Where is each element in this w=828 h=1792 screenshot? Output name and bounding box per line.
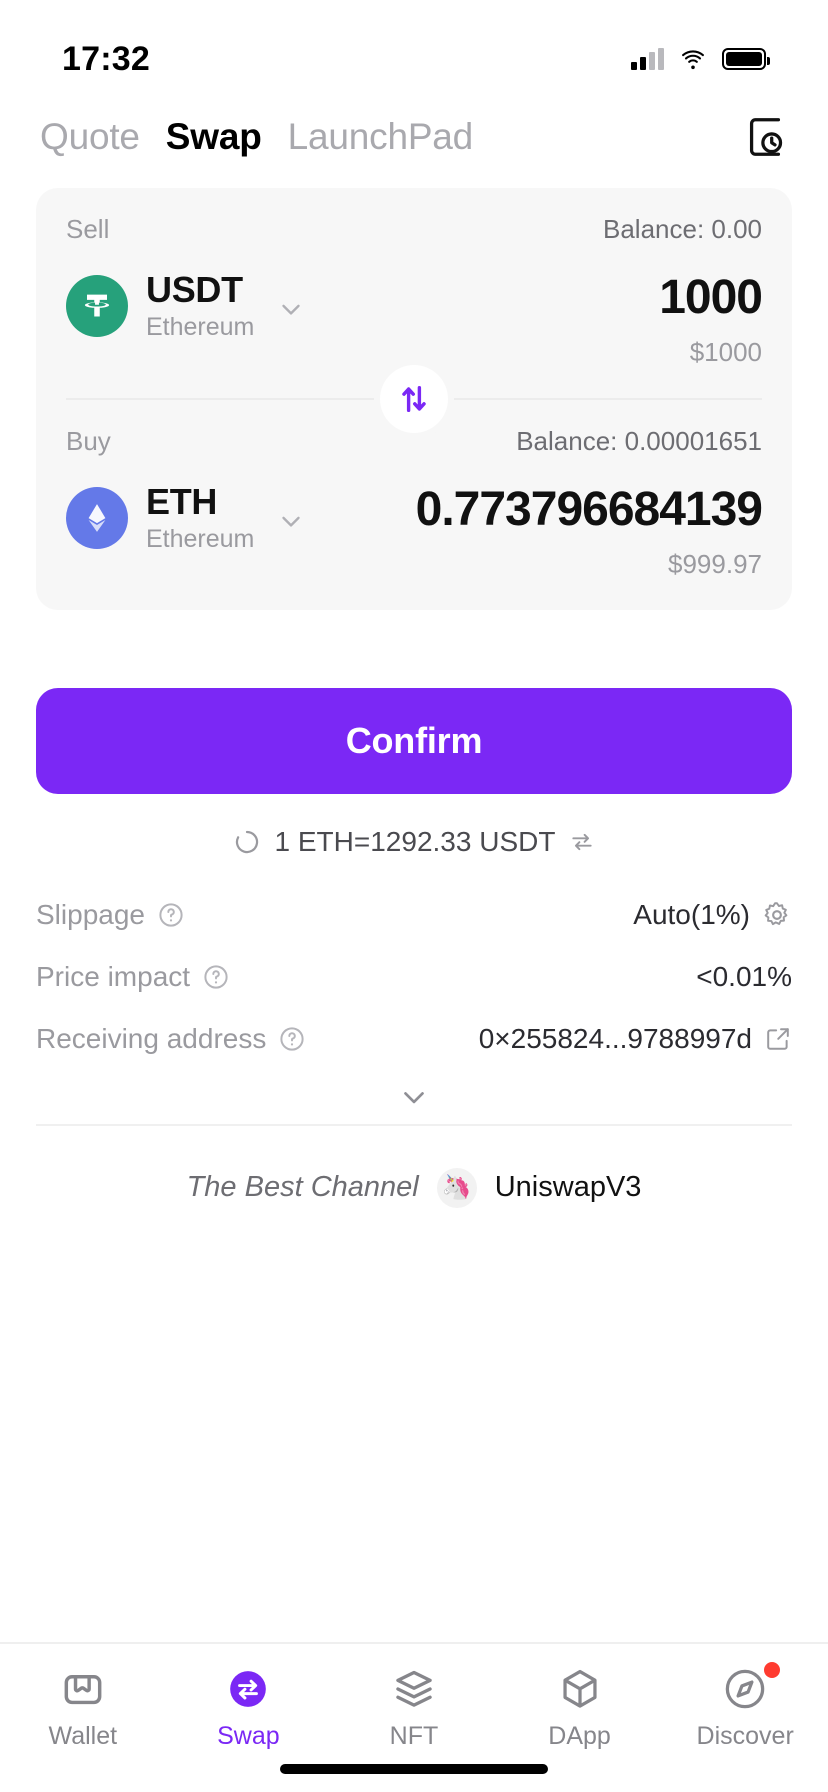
- exchange-rate-row: 1 ETH=1292.33 USDT: [0, 826, 828, 858]
- nav-item-swap[interactable]: Swap: [166, 1666, 332, 1751]
- ethereum-icon: [66, 487, 128, 550]
- receiving-address-label-group: Receiving address: [36, 1023, 306, 1055]
- sell-token-chain: Ethereum: [146, 312, 255, 341]
- nav-label-discover: Discover: [696, 1722, 794, 1750]
- buy-body: ETH Ethereum 0.773796684139 $999.97: [66, 480, 762, 580]
- buy-token-selector[interactable]: ETH Ethereum: [66, 480, 306, 554]
- buy-label: Buy: [66, 425, 111, 456]
- slippage-value-group[interactable]: Auto(1%): [633, 899, 792, 931]
- nav-item-nft[interactable]: NFT: [331, 1666, 497, 1751]
- tab-quote[interactable]: Quote: [40, 116, 140, 158]
- slippage-label-group: Slippage: [36, 899, 185, 931]
- history-clock-icon[interactable]: [742, 114, 788, 160]
- signal-bars-icon: [631, 48, 664, 70]
- detail-row-price-impact: Price impact <0.01%: [36, 946, 792, 1008]
- gear-icon[interactable]: [762, 900, 792, 930]
- status-icons: [631, 47, 770, 71]
- chevron-down-icon[interactable]: [276, 506, 306, 536]
- status-time: 17:32: [62, 39, 150, 78]
- best-channel-name: UniswapV3: [494, 1171, 642, 1203]
- swap-vertical-arrows-icon: [402, 385, 426, 412]
- sell-fiat-value: $1000: [689, 336, 762, 367]
- discover-badge-dot: [763, 1662, 780, 1678]
- swap-direction-icon[interactable]: [569, 829, 595, 855]
- buy-token-text: ETH Ethereum: [146, 480, 255, 554]
- price-impact-value-group: <0.01%: [696, 961, 792, 993]
- details-list: Slippage Auto(1%) Price impact <0.01% Re…: [36, 884, 792, 1124]
- question-mark-icon[interactable]: [202, 963, 230, 991]
- price-impact-label: Price impact: [36, 960, 191, 992]
- buy-balance: Balance: 0.00001651: [516, 425, 762, 456]
- exchange-rate-text: 1 ETH=1292.33 USDT: [274, 825, 556, 857]
- unicorn-icon: 🦄: [436, 1167, 477, 1208]
- tab-launchpad[interactable]: LaunchPad: [288, 116, 474, 158]
- best-channel-row[interactable]: The Best Channel 🦄 UniswapV3: [0, 1167, 828, 1208]
- nav-item-wallet[interactable]: Wallet: [0, 1666, 166, 1751]
- receiving-address-label: Receiving address: [36, 1022, 267, 1054]
- slippage-label: Slippage: [36, 898, 145, 930]
- question-mark-icon[interactable]: [157, 901, 185, 929]
- tab-swap[interactable]: Swap: [166, 116, 262, 158]
- sell-token-symbol: USDT: [146, 269, 243, 310]
- swap-divider: [36, 364, 792, 433]
- detail-row-receiving-address: Receiving address 0×255824...9788997d: [36, 1008, 792, 1070]
- nav-label-nft: NFT: [389, 1722, 439, 1750]
- buy-amounts: 0.773796684139 $999.97: [306, 483, 762, 580]
- sell-label: Sell: [66, 214, 110, 244]
- swap-icon: [230, 1671, 267, 1707]
- wallet-icon: [64, 1675, 102, 1705]
- receiving-address-value: 0×255824...9788997d: [478, 1022, 752, 1054]
- detail-row-slippage: Slippage Auto(1%): [36, 884, 792, 946]
- tab-list: Quote Swap LaunchPad: [40, 116, 473, 158]
- sell-token-text: USDT Ethereum: [146, 271, 254, 342]
- nav-item-discover[interactable]: Discover: [662, 1662, 828, 1751]
- refresh-spinner-icon[interactable]: [233, 828, 261, 856]
- question-mark-icon[interactable]: [278, 1025, 306, 1053]
- dapp-cube-icon: [562, 1669, 597, 1708]
- nft-stack-icon: [396, 1670, 432, 1707]
- buy-fiat-value: $999.97: [668, 548, 762, 579]
- price-impact-label-group: Price impact: [36, 961, 230, 993]
- nav-item-dapp[interactable]: DApp: [497, 1666, 663, 1751]
- nav-label-dapp: DApp: [548, 1722, 611, 1750]
- section-divider: [36, 1123, 792, 1126]
- chevron-down-icon: [404, 1091, 424, 1103]
- nav-label-wallet: Wallet: [48, 1722, 118, 1750]
- slippage-value: Auto(1%): [633, 898, 750, 930]
- home-indicator: [280, 1764, 548, 1774]
- receiving-address-value-group[interactable]: 0×255824...9788997d: [479, 1023, 792, 1055]
- top-bar: Quote Swap LaunchPad: [0, 92, 828, 160]
- confirm-button[interactable]: Confirm: [36, 687, 792, 794]
- buy-token-chain: Ethereum: [146, 524, 255, 553]
- sell-header: Sell Balance: 0.00: [66, 214, 762, 245]
- buy-token-symbol: ETH: [146, 480, 218, 522]
- tether-icon: [66, 275, 128, 338]
- compass-icon: [725, 1669, 765, 1709]
- swap-direction-toggle[interactable]: [380, 364, 448, 433]
- nav-label-swap: Swap: [217, 1722, 280, 1750]
- wifi-icon: [682, 50, 704, 70]
- battery-icon: [722, 48, 770, 70]
- expand-details-button[interactable]: [36, 1070, 792, 1124]
- sell-amount-input[interactable]: 1000: [306, 271, 762, 325]
- sell-body: USDT Ethereum 1000 $1000: [66, 271, 762, 368]
- sell-token-selector[interactable]: USDT Ethereum: [66, 271, 306, 342]
- swap-card: Sell Balance: 0.00 USDT Ethereum 1000 $1…: [36, 188, 792, 610]
- buy-amount-input[interactable]: 0.773796684139: [306, 483, 762, 537]
- best-channel-label: The Best Channel: [186, 1171, 419, 1203]
- bottom-navigation: Wallet Swap NFT DApp Discover: [0, 1642, 828, 1792]
- price-impact-value: <0.01%: [696, 960, 792, 992]
- status-bar: 17:32: [0, 0, 828, 92]
- chevron-down-icon[interactable]: [276, 294, 306, 324]
- sell-balance: Balance: 0.00: [602, 214, 762, 244]
- edit-icon[interactable]: [764, 1025, 792, 1053]
- sell-amounts: 1000 $1000: [306, 271, 762, 368]
